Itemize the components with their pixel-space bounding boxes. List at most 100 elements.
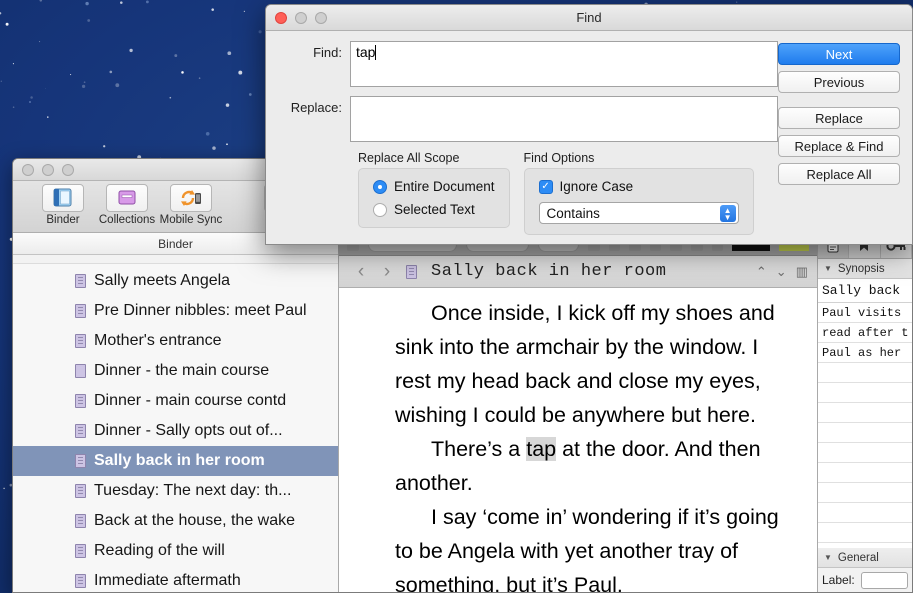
binder-item[interactable]: Sally meets Angela [13, 266, 338, 296]
synopsis-title-field[interactable]: Sally back [818, 279, 912, 303]
general-section-label: General [837, 551, 879, 564]
scroll-down-icon[interactable]: ⌄ [776, 264, 787, 280]
paragraph-text: Once inside, I kick off my shoes and sin… [395, 301, 775, 427]
synopsis-line: Paul visits [822, 306, 902, 320]
checkbox-ignore-case-icon: ✓ [538, 179, 553, 194]
radio-entire-document[interactable]: Entire Document [373, 179, 495, 194]
binder-item-label: Back at the house, the wake [94, 512, 296, 529]
replace-all-button[interactable]: Replace All [778, 163, 900, 185]
binder-item[interactable]: Pre Dinner nibbles: meet Paul [13, 296, 338, 326]
replace-input[interactable] [350, 96, 778, 142]
find-input[interactable]: tap [350, 41, 778, 87]
editor-paragraph: There’s a tap at the door. And then anot… [395, 432, 783, 500]
binder-pane: Binder Sally meets Angela Pre Dinner nibb… [13, 233, 339, 592]
toolbar-label-binder: Binder [46, 214, 80, 226]
toolbar-label-collections: Collections [98, 214, 156, 226]
find-dialog-titlebar[interactable]: Find [266, 5, 912, 31]
binder-item[interactable]: Immediate aftermath [13, 566, 338, 592]
synopsis-body-field[interactable]: Paul visits read after t Paul as her [818, 303, 912, 548]
binder-item-label: Dinner - the main course [94, 362, 270, 379]
radio-selected-text[interactable]: Selected Text [373, 202, 495, 217]
binder-item[interactable]: Back at the house, the wake [13, 506, 338, 536]
replace-field-label: Replace: [290, 100, 342, 115]
split-view-icon[interactable]: ▥ [796, 264, 808, 280]
toolbar-item-binder[interactable]: Binder [31, 184, 95, 226]
window-panes: Binder Sally meets Angela Pre Dinner nibb… [13, 233, 912, 592]
synopsis-section-header[interactable]: ▼ Synopsis [818, 259, 912, 279]
editor-back-button[interactable]: ‹ [348, 262, 374, 281]
find-options-title: Find Options [523, 151, 595, 165]
document-icon [75, 484, 86, 498]
radio-entire-document-icon [373, 179, 387, 194]
scroll-up-icon[interactable]: ⌃ [756, 264, 767, 280]
replace-all-scope-box: Entire Document Selected Text [358, 168, 510, 228]
document-icon [75, 394, 86, 408]
binder-item[interactable]: Dinner - Sally opts out of... [13, 416, 338, 446]
synopsis-line: Paul as her [822, 346, 902, 360]
replace-button[interactable]: Replace [778, 107, 900, 129]
paragraph-text: There’s a [431, 437, 527, 461]
binder-item[interactable]: Dinner - main course contd [13, 386, 338, 416]
binder-item-label: Reading of the will [94, 542, 225, 559]
document-icon [75, 274, 86, 288]
binder-item[interactable]: Tuesday: The next day: th... [13, 476, 338, 506]
radio-selected-text-label: Selected Text [394, 202, 475, 217]
editor-paragraph: Once inside, I kick off my shoes and sin… [395, 296, 783, 432]
binder-subbar [13, 255, 338, 264]
editor-header: ‹ › Sally back in her room ⌃ ⌄ ▥ [339, 256, 817, 288]
find-field-row: Find: tap [278, 41, 778, 87]
binder-item[interactable]: Dinner - the main course [13, 356, 338, 386]
replace-all-scope-group: Replace All Scope Entire Document Select… [358, 151, 510, 235]
next-button[interactable]: Next [778, 43, 900, 65]
find-dialog-left-column: Find: tap Replace: Replace All Scope Ent… [266, 41, 778, 244]
editor-header-controls: ⌃ ⌄ ▥ [756, 264, 808, 280]
binder-item-label: Sally back in her room [94, 452, 265, 469]
editor-paragraph: I say ‘come in’ wondering if it’s going … [395, 500, 783, 592]
match-mode-select[interactable]: Contains ▲ ▼ [538, 202, 739, 224]
binder-item-label: Mother's entrance [94, 332, 222, 349]
editor-text-area[interactable]: Once inside, I kick off my shoes and sin… [339, 288, 817, 592]
label-select[interactable] [860, 571, 908, 589]
main-close-button[interactable] [22, 163, 34, 176]
document-icon [75, 574, 86, 588]
toolbar-item-collections[interactable]: Collections [95, 184, 159, 226]
binder-item-label: Dinner - main course contd [94, 392, 287, 409]
find-field-label: Find: [313, 45, 342, 60]
find-dialog-title: Find [576, 10, 602, 25]
label-field-caption: Label: [822, 573, 855, 587]
main-minimize-button[interactable] [42, 163, 54, 176]
find-dialog-buttons: Next Previous Replace Replace & Find Replace… [778, 41, 900, 244]
search-match-highlight: tap [526, 437, 557, 461]
text-caret [375, 45, 377, 60]
document-icon [75, 334, 86, 348]
binder-item[interactable]: Mother's entrance [13, 326, 338, 356]
binder-list[interactable]: Sally meets Angela Pre Dinner nibbles: me… [13, 264, 338, 592]
toolbar-item-mobile-sync[interactable]: Mobile Sync [159, 184, 223, 226]
chevron-down-icon: ▼ [824, 264, 832, 273]
binder-item[interactable]: Sally back in her room [13, 446, 338, 476]
radio-selected-text-icon [373, 202, 387, 217]
replace-find-button[interactable]: Replace & Find [778, 135, 900, 157]
synopsis-line: read after t [822, 326, 909, 340]
checkbox-ignore-case[interactable]: ✓ Ignore Case [538, 179, 739, 194]
general-section-header[interactable]: ▼ General [818, 548, 912, 568]
radio-entire-document-label: Entire Document [394, 179, 495, 194]
find-options-box: ✓ Ignore Case Contains ▲ ▼ [523, 168, 754, 235]
document-icon [75, 514, 86, 528]
chevron-down-general-icon: ▼ [824, 553, 832, 562]
chevron-updown-icon: ▲ ▼ [719, 205, 736, 222]
main-zoom-button[interactable] [62, 163, 74, 176]
editor-title: Sally back in her room [431, 262, 667, 281]
editor-document-icon [406, 264, 417, 279]
binder-item-label: Pre Dinner nibbles: meet Paul [94, 302, 307, 319]
binder-item[interactable]: Reading of the will [13, 536, 338, 566]
editor-forward-button[interactable]: › [374, 262, 400, 281]
binder-item-label: Tuesday: The next day: th... [94, 482, 292, 499]
previous-button[interactable]: Previous [778, 71, 900, 93]
toolbar-label-mobile-sync: Mobile Sync [159, 214, 223, 226]
label-row: Label: [818, 568, 912, 592]
editor-pane: ‹ › Sally back in her room ⌃ ⌄ ▥ Once in… [339, 233, 817, 592]
paragraph-text: I say ‘come in’ wondering if it’s going … [395, 505, 779, 592]
find-option-groups: Replace All Scope Entire Document Select… [278, 151, 778, 235]
find-input-value: tap [356, 44, 376, 60]
